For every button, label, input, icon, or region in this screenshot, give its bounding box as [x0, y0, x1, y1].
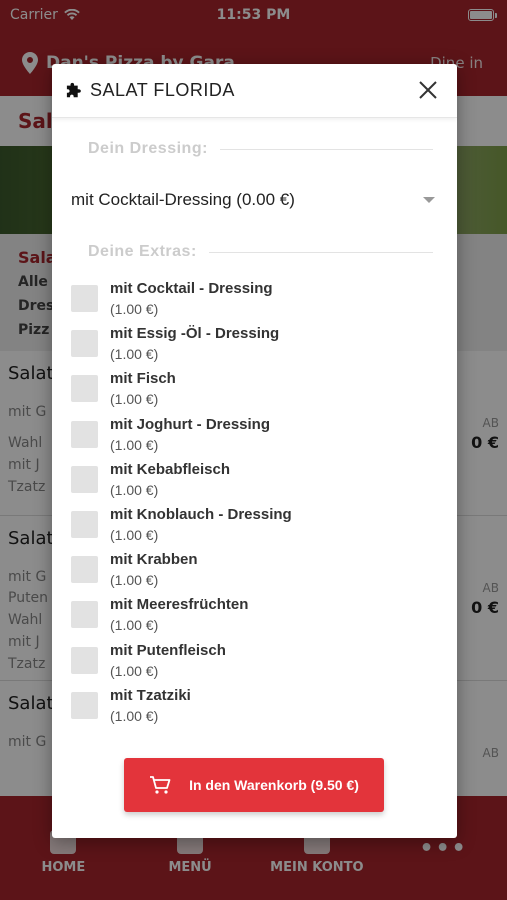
- extra-price: (1.00 €): [110, 707, 159, 724]
- puzzle-icon: [66, 82, 81, 97]
- extra-checkbox[interactable]: [71, 420, 98, 448]
- dressing-label: Dein Dressing:: [76, 140, 220, 158]
- dialog-header: SALAT FLORIDA: [52, 64, 457, 118]
- dressing-select-value: mit Cocktail-Dressing (0.00 €): [71, 190, 295, 209]
- extras-section-label: Deine Extras:: [76, 237, 433, 267]
- cart-icon: [150, 776, 171, 794]
- extra-price: (1.00 €): [110, 662, 159, 679]
- extra-option[interactable]: mit Essig -Öl - Dressing (1.00 €): [71, 324, 457, 369]
- extra-checkbox[interactable]: [71, 646, 98, 674]
- dressing-select[interactable]: mit Cocktail-Dressing (0.00 €): [52, 169, 457, 231]
- dressing-section-label: Dein Dressing:: [76, 134, 433, 164]
- extra-option[interactable]: mit Tzatziki (1.00 €): [71, 686, 457, 731]
- extra-checkbox[interactable]: [71, 465, 98, 493]
- extra-option[interactable]: mit Putenfleisch (1.00 €): [71, 641, 457, 686]
- extra-name: mit Meeresfrüchten: [110, 596, 249, 614]
- extras-label: Deine Extras:: [76, 243, 209, 261]
- extra-option[interactable]: mit Cocktail - Dressing (1.00 €): [71, 279, 457, 324]
- extra-name: mit Cocktail - Dressing: [110, 280, 273, 297]
- extra-option[interactable]: mit Knoblauch - Dressing (1.00 €): [71, 505, 457, 550]
- extra-price: (1.00 €): [110, 526, 159, 543]
- extra-checkbox[interactable]: [71, 330, 98, 358]
- extra-option[interactable]: mit Krabben (1.00 €): [71, 550, 457, 595]
- extra-price: (1.00 €): [110, 572, 159, 589]
- extra-option[interactable]: mit Fisch (1.00 €): [71, 369, 457, 414]
- extra-option[interactable]: mit Kebabfleisch (1.00 €): [71, 460, 457, 505]
- add-to-cart-button[interactable]: In den Warenkorb (9.50 €): [124, 758, 384, 812]
- chevron-down-icon: [423, 197, 435, 203]
- close-icon[interactable]: [413, 75, 443, 105]
- extra-name: mit Knoblauch - Dressing: [110, 505, 292, 523]
- extra-checkbox[interactable]: [71, 691, 98, 719]
- extra-price: (1.00 €): [110, 301, 159, 317]
- extra-option[interactable]: mit Joghurt - Dressing (1.00 €): [71, 415, 457, 460]
- extra-name: mit Kebabfleisch: [110, 460, 231, 478]
- extra-price: (1.00 €): [110, 436, 159, 453]
- extra-name: mit Fisch: [110, 370, 176, 388]
- product-options-dialog: SALAT FLORIDA Dein Dressing: mit Cocktai…: [52, 64, 457, 838]
- extra-name: mit Essig -Öl - Dressing: [110, 325, 280, 343]
- extra-name: mit Putenfleisch: [110, 641, 226, 659]
- extra-price: (1.00 €): [110, 391, 159, 408]
- extra-checkbox[interactable]: [71, 285, 98, 312]
- extra-name: mit Joghurt - Dressing: [110, 415, 271, 433]
- extra-checkbox[interactable]: [71, 601, 98, 629]
- extra-price: (1.00 €): [110, 346, 159, 363]
- extra-checkbox[interactable]: [71, 556, 98, 584]
- extras-list: mit Cocktail - Dressing (1.00 €) mit Essi…: [52, 279, 457, 731]
- extra-checkbox[interactable]: [71, 510, 98, 538]
- extra-price: (1.00 €): [110, 481, 159, 498]
- extra-name: mit Krabben: [110, 551, 198, 569]
- extra-checkbox[interactable]: [71, 375, 98, 403]
- dialog-title: SALAT FLORIDA: [90, 80, 235, 100]
- extra-price: (1.00 €): [110, 617, 159, 634]
- add-to-cart-label: In den Warenkorb (9.50 €): [189, 777, 359, 793]
- extra-name: mit Tzatziki: [110, 686, 191, 704]
- extra-option[interactable]: mit Meeresfrüchten (1.00 €): [71, 595, 457, 640]
